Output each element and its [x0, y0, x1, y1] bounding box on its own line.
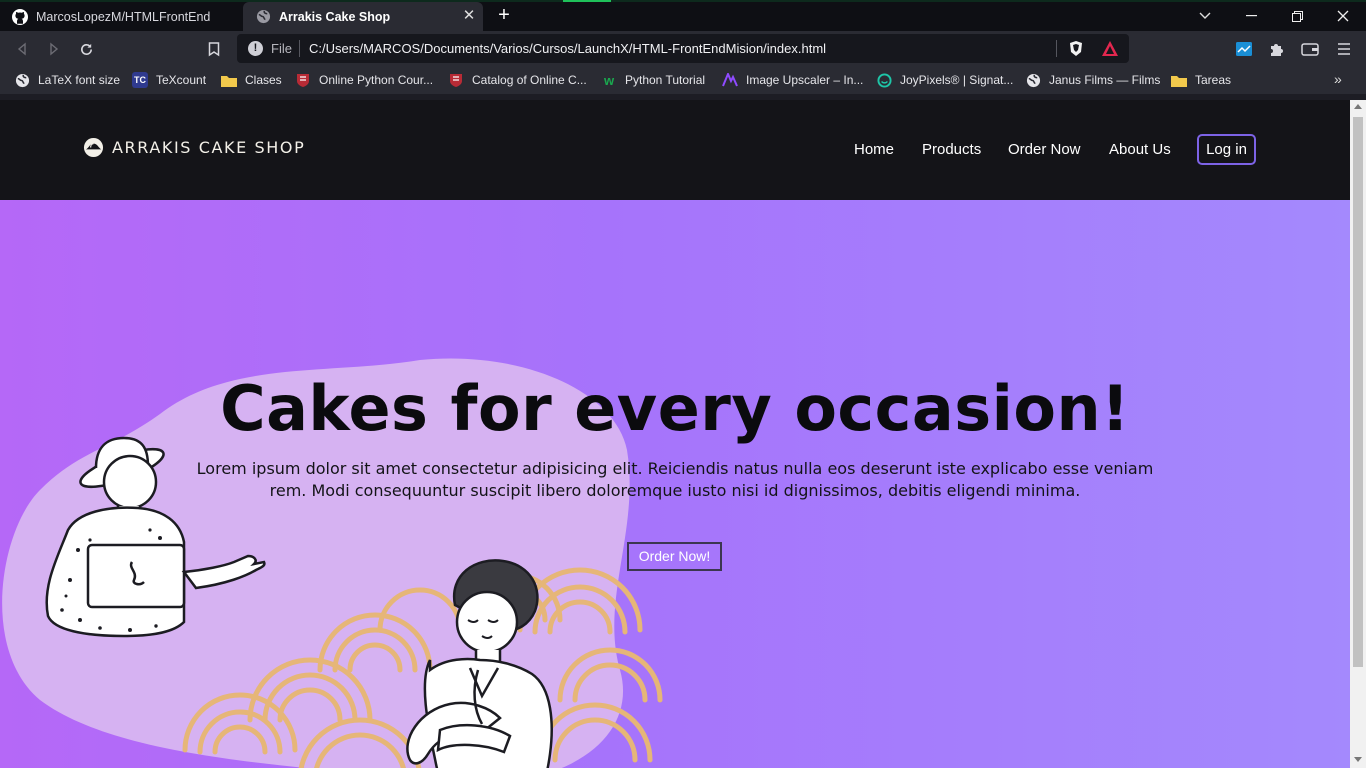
bookmark-item[interactable]: Janus Films — Films: [1025, 71, 1160, 89]
scheme-label: File: [271, 41, 292, 56]
site-logo[interactable]: ARRAKIS CAKE SHOP: [83, 137, 305, 158]
chevron-down-icon: [1199, 12, 1211, 19]
nav-home[interactable]: Home: [854, 141, 894, 158]
harvard-icon: [295, 72, 311, 88]
bookmark-folder[interactable]: Tareas: [1171, 71, 1231, 89]
menu-button[interactable]: [1332, 37, 1356, 61]
nav-products[interactable]: Products: [922, 141, 981, 158]
reload-button[interactable]: [74, 37, 98, 61]
bookmark-item[interactable]: JoyPixels® | Signat...: [876, 71, 1013, 89]
wallet-icon: [1301, 43, 1319, 56]
w3-icon: w: [603, 72, 615, 88]
hero-section: Cakes for every occasion! Lorem ipsum do…: [0, 200, 1350, 768]
back-button[interactable]: [10, 37, 34, 61]
info-icon[interactable]: !: [248, 41, 263, 56]
scroll-up-arrow-icon[interactable]: [1354, 104, 1362, 109]
restore-button[interactable]: [1274, 2, 1320, 30]
tab-strip: MarcosLopezM/HTMLFrontEnd Arrakis Cake S…: [0, 0, 1366, 31]
scrollbar-thumb[interactable]: [1353, 117, 1363, 667]
minimize-icon: [1245, 15, 1257, 17]
more-bookmarks-icon[interactable]: »: [1334, 71, 1342, 87]
bookmark-icon: [208, 41, 220, 56]
tab-title: Arrakis Cake Shop: [279, 9, 391, 24]
close-window-button[interactable]: [1320, 2, 1366, 30]
page-scrollbar[interactable]: [1350, 100, 1366, 768]
hero-description: Lorem ipsum dolor sit amet consectetur a…: [196, 459, 1154, 500]
brand-name: ARRAKIS CAKE SHOP: [112, 138, 306, 157]
extension-button[interactable]: [1232, 37, 1256, 61]
tab-arrakis[interactable]: Arrakis Cake Shop ✕: [243, 2, 483, 31]
brave-rewards-icon[interactable]: [1101, 40, 1119, 62]
bookmark-item[interactable]: w Python Tutorial: [601, 71, 705, 89]
page-viewport: ARRAKIS CAKE SHOP Home Products Order No…: [0, 100, 1350, 768]
joypixels-icon: [876, 72, 892, 88]
hamburger-icon: [1338, 43, 1350, 55]
bookmark-item[interactable]: Image Upscaler – In...: [722, 71, 863, 89]
close-tab-icon[interactable]: ✕: [461, 8, 477, 24]
tab-github[interactable]: MarcosLopezM/HTMLFrontEnd: [0, 2, 242, 31]
new-tab-button[interactable]: +: [493, 4, 515, 26]
bookmark-item[interactable]: Online Python Cour...: [295, 71, 433, 89]
restore-icon: [1291, 10, 1303, 22]
divider: [299, 40, 300, 57]
bookmark-item[interactable]: LaTeX font size: [14, 71, 120, 89]
site-header: ARRAKIS CAKE SHOP Home Products Order No…: [0, 100, 1350, 200]
folder-icon: [221, 72, 237, 88]
url-text[interactable]: C:/Users/MARCOS/Documents/Varios/Cursos/…: [309, 41, 826, 56]
brave-shields-icon[interactable]: [1068, 40, 1084, 62]
extension-app-icon: [1236, 42, 1252, 56]
back-arrow-icon: [17, 42, 26, 56]
reload-icon: [80, 43, 92, 55]
forward-arrow-icon: [50, 42, 59, 56]
bookmark-item[interactable]: TC TeXcount: [132, 71, 206, 89]
tab-title: MarcosLopezM/HTMLFrontEnd: [36, 9, 211, 24]
bookmark-folder[interactable]: Clases: [221, 71, 282, 89]
forward-button[interactable]: [42, 37, 66, 61]
nav-about-us[interactable]: About Us: [1109, 141, 1171, 158]
extensions-button[interactable]: [1264, 37, 1288, 61]
bookmark-item[interactable]: Catalog of Online C...: [448, 71, 587, 89]
divider: [1056, 40, 1057, 57]
close-icon: [1337, 10, 1349, 22]
scroll-down-arrow-icon[interactable]: [1354, 757, 1362, 762]
wallet-button[interactable]: [1298, 37, 1322, 61]
folder-icon: [1171, 72, 1187, 88]
minimize-button[interactable]: [1228, 2, 1274, 30]
tab-search-button[interactable]: [1182, 2, 1228, 30]
globe-icon: [1025, 72, 1041, 88]
order-now-button[interactable]: Order Now!: [627, 542, 722, 571]
puzzle-icon: [1271, 44, 1283, 56]
logo-mark-icon: [83, 137, 104, 158]
globe-icon: [255, 9, 271, 25]
globe-icon: [14, 72, 30, 88]
nav-order-now[interactable]: Order Now: [1008, 141, 1081, 158]
address-bar[interactable]: ! File C:/Users/MARCOS/Documents/Varios/…: [237, 34, 1129, 63]
bookmarks-bar: LaTeX font size TC TeXcount Clases Onlin…: [0, 66, 1366, 94]
github-icon: [12, 8, 28, 25]
upscaler-icon: [722, 72, 738, 88]
bookmark-button[interactable]: [202, 37, 226, 61]
harvard-icon: [448, 72, 464, 88]
login-button[interactable]: Log in: [1197, 134, 1256, 165]
browser-toolbar: ! File C:/Users/MARCOS/Documents/Varios/…: [0, 31, 1366, 66]
hero-title: Cakes for every occasion!: [220, 372, 1130, 445]
texcount-icon: TC: [132, 72, 148, 88]
